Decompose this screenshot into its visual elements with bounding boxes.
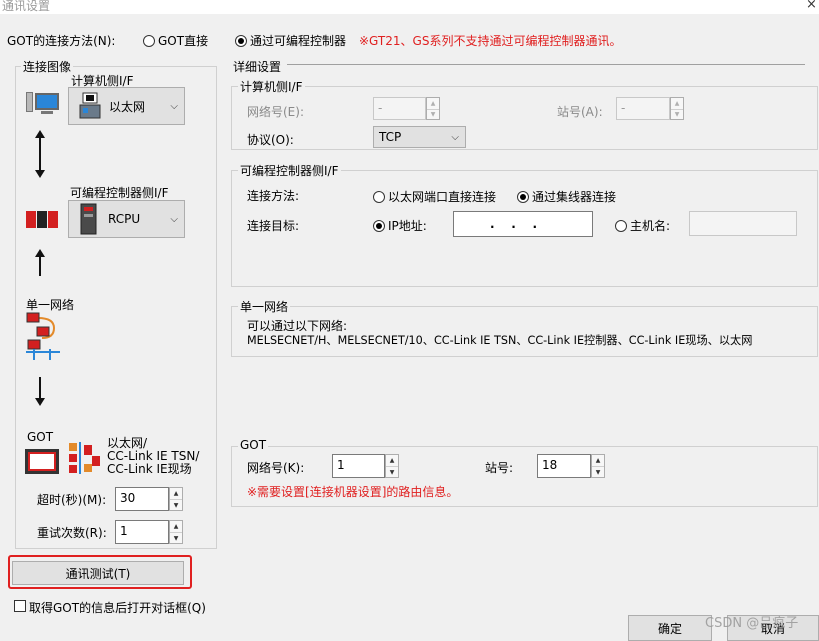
got-station-label: 站号: xyxy=(485,461,514,475)
spin-up-icon[interactable]: ▲ xyxy=(386,455,398,466)
single-network-line2: MELSECNET/H、MELSECNET/10、CC-Link IE TSN、… xyxy=(247,334,753,347)
ok-button[interactable]: 确定 xyxy=(628,615,712,641)
radio-via-hub-indicator[interactable] xyxy=(517,191,529,203)
retry-input[interactable]: 1 xyxy=(115,520,169,544)
got-station-spinner[interactable]: ▲ ▼ xyxy=(591,454,605,478)
radio-got-direct-label: GOT直接 xyxy=(158,34,209,48)
network-topology-icon xyxy=(26,312,60,360)
pc-side-title: 计算机侧I/F xyxy=(238,78,305,95)
pc-side-group xyxy=(231,86,818,150)
chevron-down-icon: ⌵ xyxy=(451,131,459,143)
computer-icon xyxy=(26,92,62,116)
arrow-up-icon xyxy=(35,249,45,276)
got-device-icon xyxy=(25,449,59,474)
radio-via-plc-indicator[interactable] xyxy=(235,35,247,47)
got-network-no-spinner[interactable]: ▲ ▼ xyxy=(385,454,399,478)
got-routing-note: ※需要设置[连接机器设置]的路由信息。 xyxy=(247,485,459,499)
connection-method-label: 连接方法: xyxy=(247,189,300,203)
comm-test-button[interactable]: 通讯测试(T) xyxy=(12,561,184,585)
window-title: 通讯设置 xyxy=(2,0,51,13)
cpu-module-icon xyxy=(80,203,97,235)
connection-warning: ※GT21、GS系列不支持通过可编程控制器通讯。 xyxy=(359,34,622,48)
open-dialog-checkbox[interactable] xyxy=(14,600,26,615)
got-label: GOT xyxy=(27,430,54,444)
protocol-value: TCP xyxy=(379,130,402,144)
radio-direct-ethernet-indicator[interactable] xyxy=(373,191,385,203)
pc-if-select[interactable]: 以太网 ⌵ xyxy=(68,87,185,125)
pc-station-label: 站号(A): xyxy=(557,105,603,119)
spin-down-icon[interactable]: ▼ xyxy=(671,108,683,120)
radio-got-direct-indicator[interactable] xyxy=(143,35,155,47)
pc-station-spinner[interactable]: ▲ ▼ xyxy=(670,97,684,120)
open-dialog-checkbox-box[interactable] xyxy=(14,600,26,612)
timeout-input[interactable]: 30 xyxy=(115,487,169,511)
retry-label: 重试次数(R): xyxy=(37,526,107,540)
timeout-spinner[interactable]: ▲ ▼ xyxy=(169,487,183,511)
spin-up-icon[interactable]: ▲ xyxy=(427,98,439,109)
radio-via-hub[interactable]: 通过集线器连接 xyxy=(517,188,616,205)
single-network-title: 单一网络 xyxy=(238,298,291,315)
got-network-no-label: 网络号(K): xyxy=(247,461,305,475)
spin-up-icon[interactable]: ▲ xyxy=(170,488,182,499)
chevron-down-icon: ⌵ xyxy=(170,213,178,225)
plc-if-value: RCPU xyxy=(108,212,141,226)
radio-via-plc-label: 通过可编程控制器 xyxy=(250,34,347,48)
ip-address-input[interactable]: . . . xyxy=(453,211,593,237)
radio-direct-ethernet-label: 以太网端口直接连接 xyxy=(388,190,497,204)
spin-up-icon[interactable]: ▲ xyxy=(170,521,182,532)
pc-network-no-input[interactable]: - xyxy=(373,97,426,120)
got-network-no-input[interactable]: 1 xyxy=(332,454,385,478)
got-network-text: 以太网/ CC-Link IE TSN/ CC-Link IE现场 xyxy=(107,437,199,476)
single-network-label: 单一网络 xyxy=(26,298,75,312)
plc-icon xyxy=(26,211,66,231)
watermark: CSDN @吕疯子 xyxy=(705,616,799,631)
plc-if-select[interactable]: RCPU ⌵ xyxy=(68,200,185,238)
connection-image-title: 连接图像 xyxy=(21,58,74,75)
radio-ip-address-label: IP地址: xyxy=(388,219,427,233)
connection-method-label: GOT的连接方法(N): xyxy=(7,34,116,48)
spin-down-icon[interactable]: ▼ xyxy=(170,532,182,543)
radio-via-hub-label: 通过集线器连接 xyxy=(532,190,617,204)
radio-via-plc[interactable]: 通过可编程控制器 xyxy=(235,32,346,49)
spin-down-icon[interactable]: ▼ xyxy=(170,499,182,510)
radio-ip-address[interactable]: IP地址: xyxy=(373,217,427,234)
got-network-icon xyxy=(69,442,100,474)
plc-side-title: 可编程控制器侧I/F xyxy=(238,162,341,179)
spin-up-icon[interactable]: ▲ xyxy=(592,455,604,466)
spin-down-icon[interactable]: ▼ xyxy=(386,466,398,477)
got-group-title: GOT xyxy=(238,438,269,452)
pc-station-input[interactable]: - xyxy=(616,97,670,120)
open-dialog-checkbox-label: 取得GOT的信息后打开对话框(Q) xyxy=(29,601,206,615)
got-network-line: CC-Link IE现场 xyxy=(107,462,192,476)
close-icon[interactable]: × xyxy=(806,0,817,12)
pc-network-no-spinner[interactable]: ▲ ▼ xyxy=(426,97,440,120)
radio-host-name-indicator[interactable] xyxy=(615,220,627,232)
retry-spinner[interactable]: ▲ ▼ xyxy=(169,520,183,544)
host-name-input[interactable] xyxy=(689,211,797,236)
detail-settings-title: 详细设置 xyxy=(233,60,282,74)
radio-got-direct[interactable]: GOT直接 xyxy=(143,32,208,49)
pc-network-no-label: 网络号(E): xyxy=(247,105,304,119)
spin-down-icon[interactable]: ▼ xyxy=(592,466,604,477)
chevron-down-icon: ⌵ xyxy=(170,100,178,112)
got-station-input[interactable]: 18 xyxy=(537,454,591,478)
bidirectional-arrow-icon xyxy=(35,130,45,178)
radio-direct-ethernet[interactable]: 以太网端口直接连接 xyxy=(373,188,496,205)
protocol-label: 协议(O): xyxy=(247,133,294,147)
pc-if-value: 以太网 xyxy=(109,99,146,114)
spin-down-icon[interactable]: ▼ xyxy=(427,108,439,120)
spin-up-icon[interactable]: ▲ xyxy=(671,98,683,109)
plc-if-label: 可编程控制器侧I/F xyxy=(70,186,169,200)
radio-ip-address-indicator[interactable] xyxy=(373,220,385,232)
arrow-down-icon xyxy=(35,377,45,407)
connection-target-label: 连接目标: xyxy=(247,219,300,233)
ethernet-card-icon xyxy=(79,92,101,119)
radio-host-name[interactable]: 主机名: xyxy=(615,217,670,234)
radio-host-name-label: 主机名: xyxy=(630,219,671,233)
title-bar xyxy=(0,0,819,14)
timeout-label: 超时(秒)(M): xyxy=(37,493,107,507)
detail-settings-divider xyxy=(287,64,805,65)
protocol-select[interactable]: TCP ⌵ xyxy=(373,126,466,148)
